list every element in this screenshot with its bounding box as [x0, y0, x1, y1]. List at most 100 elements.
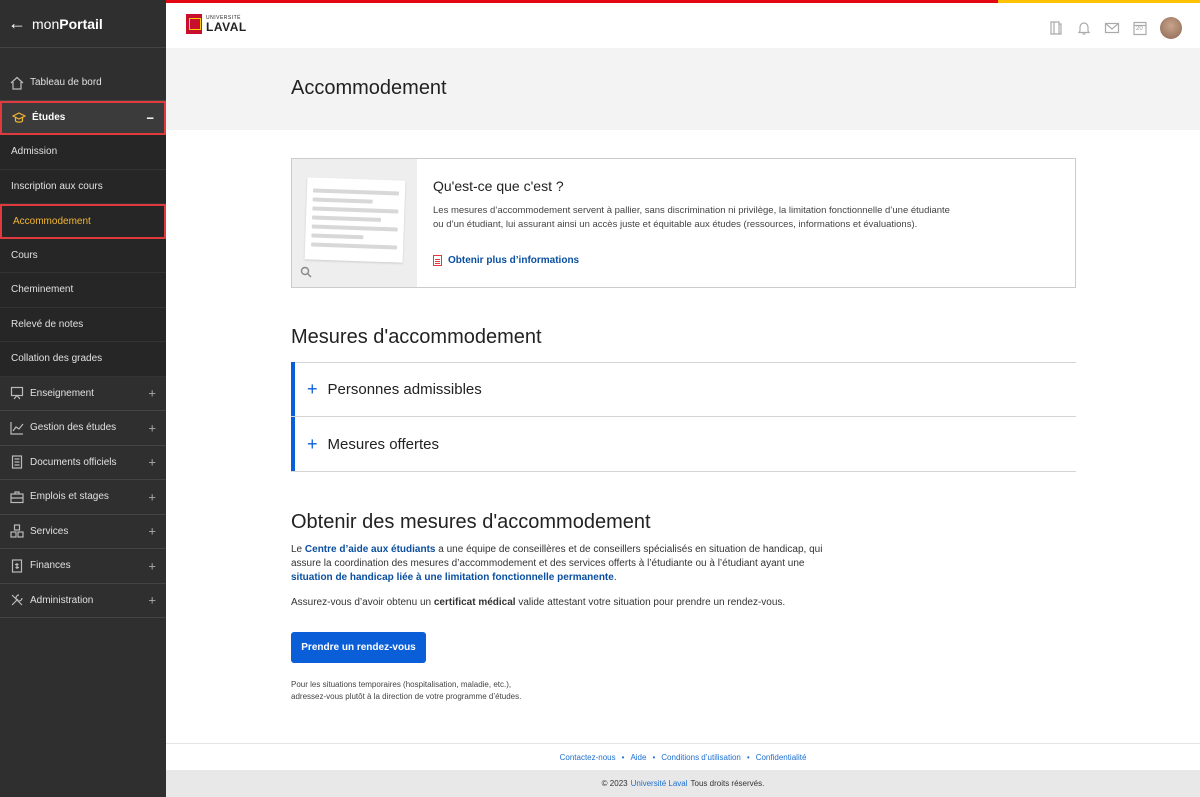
book-icon[interactable] [1048, 20, 1064, 36]
magnifier-icon[interactable] [300, 265, 312, 278]
plus-icon: + [307, 378, 318, 399]
page-header: Accommodement [166, 48, 1200, 130]
text: valide attestant votre situation pour pr… [515, 597, 786, 608]
sidebar-item-label: Documents officiels [30, 456, 117, 468]
universite-laval-link[interactable]: Université Laval [631, 779, 688, 788]
avatar[interactable] [1160, 17, 1182, 39]
accordion-label: Personnes admissibles [327, 380, 482, 398]
sidebar-header: ← monPortail [0, 0, 166, 48]
accent-stripe [998, 0, 1200, 3]
plus-icon: + [307, 433, 318, 454]
card-description: Les mesures d’accommodement servent à pa… [433, 205, 950, 230]
text: . [613, 572, 617, 583]
sidebar-item-finances[interactable]: Finances + [0, 549, 166, 584]
sidebar-subitem-releve[interactable]: Relevé de notes [0, 307, 166, 342]
tools-icon [10, 593, 24, 607]
expand-icon[interactable]: + [148, 386, 156, 401]
sidebar-item-label: Enseignement [30, 387, 94, 399]
sidebar-item-gestion[interactable]: Gestion des études + [0, 411, 166, 446]
sidebar-item-documents[interactable]: Documents officiels + [0, 446, 166, 480]
footer-link-conditions[interactable]: Conditions d’utilisation [661, 753, 741, 762]
calendar-icon[interactable]: 20 [1132, 20, 1148, 36]
document-thumbnail[interactable] [292, 159, 417, 287]
sidebar-item-tableau-de-bord[interactable]: Tableau de bord [0, 66, 166, 101]
pdf-icon [433, 255, 442, 266]
top-bar: UNIVERSITÉ LAVAL 20 [166, 0, 1200, 48]
finance-doc-icon [10, 559, 24, 573]
copyright-bar: © 2023 Université Laval Tous droits rése… [166, 770, 1200, 797]
sidebar-item-label: Gestion des études [30, 422, 117, 434]
sidebar-item-label: Services [30, 525, 69, 537]
bell-icon[interactable] [1076, 20, 1092, 36]
note-line: adressez-vous plutôt à la direction de v… [291, 692, 522, 701]
logo-text: UNIVERSITÉ LAVAL [206, 15, 247, 33]
expand-icon[interactable]: + [148, 455, 156, 470]
more-info-label: Obtenir plus d’informations [448, 255, 580, 266]
sidebar: ← monPortail Tableau de bord Études − Ad… [0, 0, 166, 797]
sidebar-item-label: Finances [30, 560, 71, 572]
text: Le [291, 544, 305, 555]
document-preview [304, 177, 406, 263]
text: Assurez-vous d’avoir obtenu un [291, 597, 434, 608]
graduation-cap-icon [12, 111, 26, 125]
brand-bold: Portail [59, 15, 103, 32]
accordion-mesures-offertes[interactable]: + Mesures offertes [291, 417, 1076, 471]
brand-prefix: mon [32, 15, 60, 32]
footer-link-aide[interactable]: Aide [630, 753, 646, 762]
sidebar-item-services[interactable]: Services + [0, 515, 166, 549]
more-info-link[interactable]: Obtenir plus d’informations [433, 255, 579, 266]
expand-icon[interactable]: + [148, 524, 156, 539]
centre-aide-link[interactable]: Centre d’aide aux étudiants [305, 544, 436, 555]
sidebar-item-label: Études [32, 112, 66, 124]
sidebar-subitem-accommodement[interactable]: Accommodement [0, 204, 166, 239]
shield-icon [186, 14, 202, 34]
sidebar-item-enseignement[interactable]: Enseignement + [0, 377, 166, 411]
expand-icon[interactable]: + [148, 558, 156, 573]
back-arrow-icon[interactable]: ← [8, 13, 26, 34]
sidebar-subitem-admission[interactable]: Admission [0, 135, 166, 170]
expand-icon[interactable]: + [148, 593, 156, 608]
measures-heading: Mesures d'accommodement [291, 326, 542, 348]
footer-links: Contactez-nous • Aide • Conditions d’uti… [166, 743, 1200, 770]
sidebar-item-emplois[interactable]: Emplois et stages + [0, 480, 166, 515]
portal-brand[interactable]: monPortail [32, 16, 103, 32]
accordion-personnes-admissibles[interactable]: + Personnes admissibles [291, 362, 1076, 416]
presentation-icon [10, 386, 24, 400]
footer-link-confidentialite[interactable]: Confidentialité [756, 753, 807, 762]
text-bold: certificat médical [433, 597, 516, 608]
collapse-icon[interactable]: − [146, 110, 154, 125]
note-line: Pour les situations temporaires (hospita… [291, 680, 512, 689]
sidebar-subitem-cours[interactable]: Cours [0, 238, 166, 273]
home-icon [10, 76, 24, 90]
footer-link-contact[interactable]: Contactez-nous [560, 753, 616, 762]
appointment-button[interactable]: Prendre un rendez-vous [291, 632, 426, 663]
expand-icon[interactable]: + [148, 420, 156, 435]
sidebar-item-administration[interactable]: Administration + [0, 584, 166, 618]
sidebar-subitem-collation[interactable]: Collation des grades [0, 342, 166, 377]
mail-icon[interactable] [1104, 20, 1120, 36]
chart-icon [10, 421, 24, 435]
universite-laval-logo[interactable]: UNIVERSITÉ LAVAL [186, 14, 247, 34]
sidebar-item-label: Tableau de bord [30, 77, 102, 89]
certificate-paragraph: Assurez-vous d’avoir obtenu un certifica… [291, 596, 891, 610]
top-bar-icons: 20 [1048, 17, 1182, 39]
separator: • [746, 752, 750, 762]
info-card: Qu'est-ce que c'est ? Les mesures d’acco… [291, 158, 1076, 288]
separator: • [621, 752, 625, 762]
accordion-label: Mesures offertes [327, 435, 439, 453]
briefcase-icon [10, 490, 24, 504]
obtain-heading: Obtenir des mesures d'accommodement [291, 511, 651, 533]
boxes-icon [10, 524, 24, 538]
divider [291, 471, 1076, 472]
separator: • [652, 752, 656, 762]
calendar-day: 20 [1136, 26, 1143, 32]
sidebar-item-etudes[interactable]: Études − [0, 100, 166, 135]
temporary-note: Pour les situations temporaires (hospita… [291, 679, 521, 703]
sidebar-subitem-cheminement[interactable]: Cheminement [0, 273, 166, 308]
expand-icon[interactable]: + [148, 489, 156, 504]
sidebar-subitem-inscription[interactable]: Inscription aux cours [0, 169, 166, 204]
sidebar-item-label: Administration [30, 594, 94, 606]
copyright-text: Tous droits réservés. [690, 779, 765, 788]
sidebar-item-label: Emplois et stages [30, 491, 109, 503]
situation-handicap-link[interactable]: situation de handicap liée à une limitat… [291, 572, 614, 583]
